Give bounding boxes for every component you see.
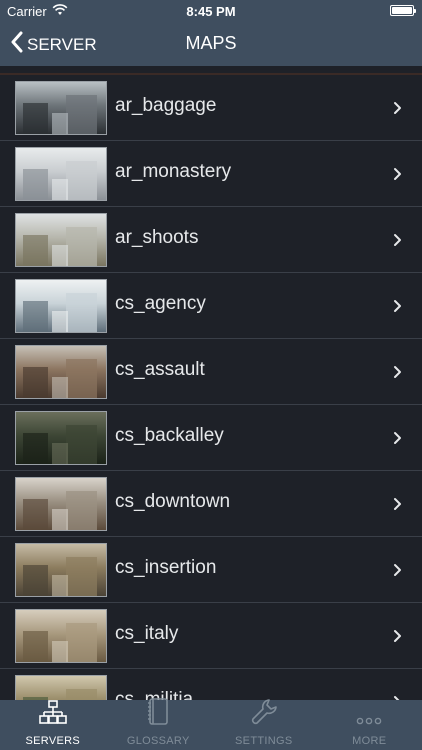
tab-label: MORE [352,735,387,747]
map-name: cs_agency [115,293,206,314]
tab-bar: SERVERS GLOSSARY SETTINGS MORE [0,698,422,750]
wrench-icon [250,698,278,731]
map-name: ar_baggage [115,95,217,116]
map-row[interactable]: cs_militia [0,669,422,700]
tab-more[interactable]: MORE [317,700,422,750]
tab-label: GLOSSARY [126,735,190,747]
ellipsis-icon [356,713,382,731]
network-icon [38,700,67,731]
map-thumbnail [15,279,107,333]
map-thumbnail [15,81,107,135]
book-icon [147,698,169,731]
map-thumbnail [15,477,107,531]
map-list[interactable]: ar_baggage ar_monastery ar_shoots cs_agency… [0,75,422,700]
map-row[interactable]: ar_baggage [0,75,422,141]
map-thumbnail [15,675,107,700]
tab-settings[interactable]: SETTINGS [211,698,317,750]
map-thumbnail [15,411,107,465]
map-name: cs_downtown [115,491,231,512]
header: Carrier 8:45 PM SERVER MAPS [0,0,422,66]
map-row[interactable]: ar_shoots [0,207,422,273]
tab-glossary[interactable]: GLOSSARY [106,698,212,750]
map-name: cs_assault [115,359,205,380]
tab-label: SERVERS [25,735,80,747]
map-name: cs_backalley [115,425,224,446]
map-name: ar_shoots [115,227,199,248]
chevron-right-icon [393,233,402,252]
map-row[interactable]: cs_italy [0,603,422,669]
map-thumbnail [15,345,107,399]
chevron-right-icon [393,629,402,648]
chevron-right-icon [393,365,402,384]
map-row[interactable]: cs_insertion [0,537,422,603]
map-name: ar_monastery [115,161,232,182]
navigation-bar: SERVER MAPS [0,22,422,66]
map-name: cs_insertion [115,557,217,578]
map-thumbnail [15,543,107,597]
tab-servers[interactable]: SERVERS [0,700,106,750]
map-thumbnail [15,213,107,267]
chevron-right-icon [393,497,402,516]
chevron-right-icon [393,167,402,186]
list-top-divider [0,66,422,75]
battery-icon [390,5,416,16]
chevron-right-icon [393,431,402,450]
status-bar: Carrier 8:45 PM [0,0,422,22]
page-title: MAPS [185,33,237,53]
map-row[interactable]: cs_agency [0,273,422,339]
chevron-right-icon [393,101,402,120]
status-time: 8:45 PM [186,4,236,19]
chevron-right-icon [393,299,402,318]
map-thumbnail [15,609,107,663]
map-row[interactable]: cs_downtown [0,471,422,537]
chevron-right-icon [393,563,402,582]
map-thumbnail [15,147,107,201]
map-row[interactable]: ar_monastery [0,141,422,207]
map-name: cs_italy [115,623,179,644]
map-row[interactable]: cs_assault [0,339,422,405]
tab-label: SETTINGS [235,735,293,747]
map-row[interactable]: cs_backalley [0,405,422,471]
